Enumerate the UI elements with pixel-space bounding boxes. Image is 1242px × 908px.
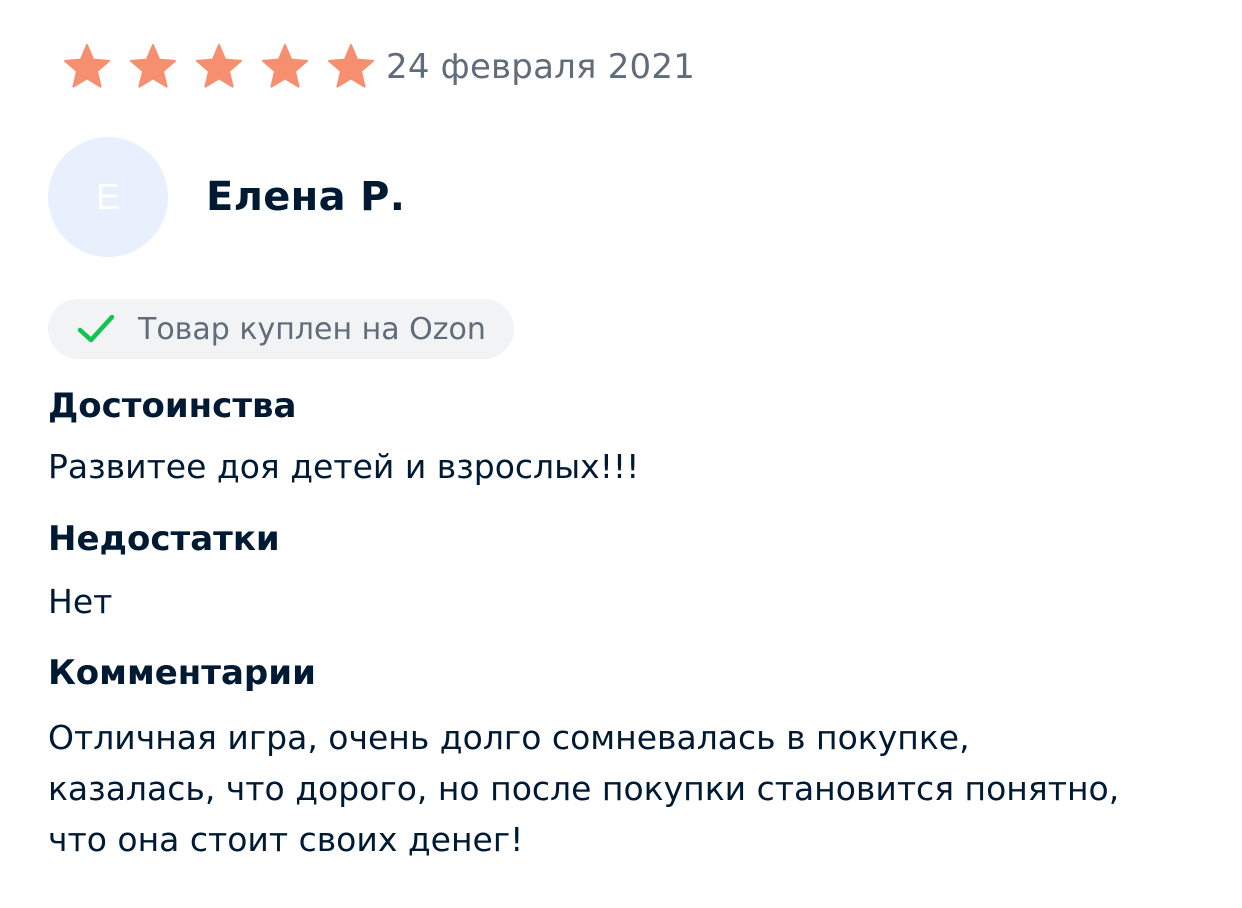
comments-heading: Комментарии [48,653,316,693]
verified-purchase-label: Товар куплен на Ozon [138,311,486,347]
verified-purchase-badge: Товар куплен на Ozon [48,299,514,359]
pros-heading: Достоинства [48,386,297,426]
comment-line: Отличная игра, очень долго сомневалась в… [48,718,970,757]
star-icon [326,42,376,92]
star-icon [194,42,244,92]
star-icon [260,42,310,92]
review-date: 24 февраля 2021 [386,47,696,87]
cons-text: Нет [48,582,113,621]
comment-line: казалась, что дорого, но после покупки с… [48,769,1120,808]
comments-text: Отличная игра, очень долго сомневалась в… [48,712,1218,865]
checkmark-icon [74,307,118,351]
review-card: 24 февраля 2021 Е Елена Р. Товар куплен … [0,0,1242,908]
cons-heading: Недостатки [48,519,280,559]
rating-row: 24 февраля 2021 [62,40,695,94]
avatar-initial: Е [95,176,120,217]
author-row: Е Елена Р. [48,137,405,257]
star-icon [62,42,112,92]
pros-text: Развитее доя детей и взрослых!!! [48,447,640,486]
comment-line: что она стоит своих денег! [48,820,524,859]
avatar: Е [48,137,168,257]
author-name: Елена Р. [206,174,406,220]
star-icon [128,42,178,92]
star-rating [62,42,392,92]
